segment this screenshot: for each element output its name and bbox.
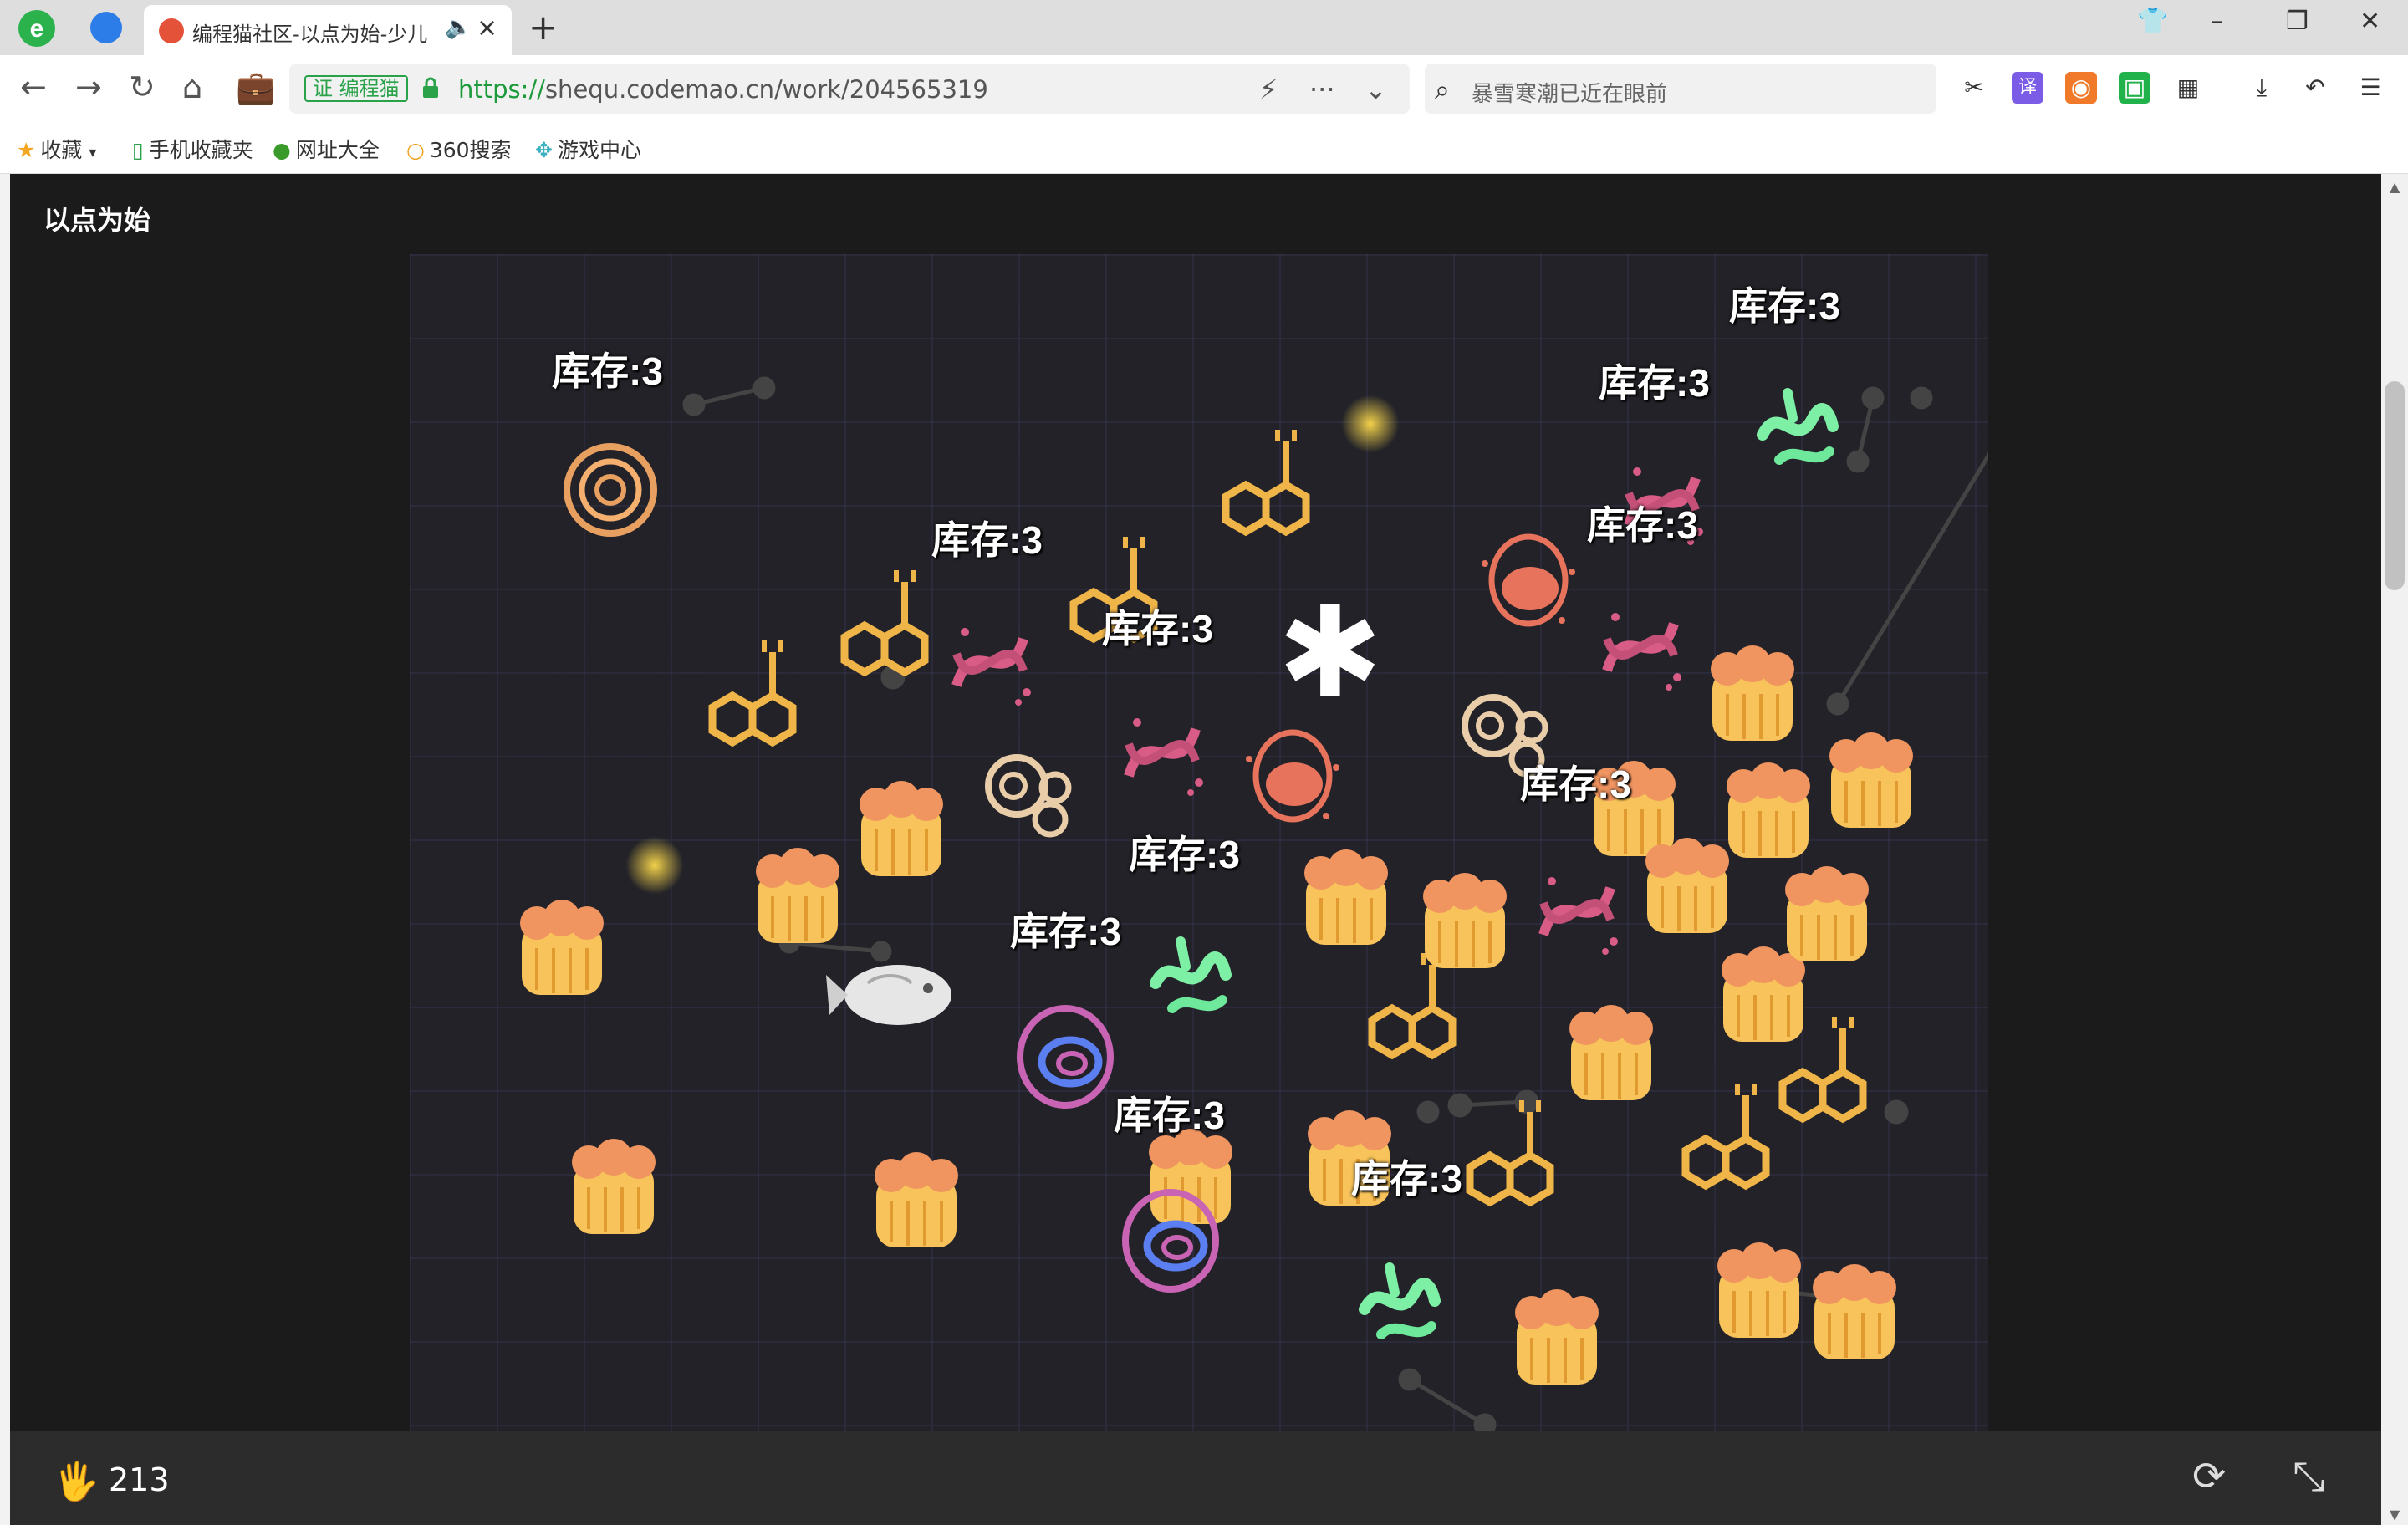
pinned-tab-icon[interactable] bbox=[90, 12, 122, 43]
spiral-seashell[interactable] bbox=[564, 443, 657, 537]
close-window-icon[interactable]: ✕ bbox=[2360, 7, 2380, 36]
search-icon: ⌕ bbox=[1435, 74, 1450, 105]
menu-icon[interactable]: ☰ bbox=[2354, 72, 2386, 104]
tab-title: 编程猫社区-以点为始-少儿 bbox=[192, 23, 428, 46]
browser-logo-icon[interactable]: e bbox=[15, 7, 59, 50]
briefcase-icon[interactable]: 💼 bbox=[236, 69, 275, 106]
navigation-bar: ← → ↻ ⌂ 💼 证 编程猫 https://shequ.codemao.cn… bbox=[0, 55, 2408, 122]
minimize-icon[interactable]: – bbox=[2211, 7, 2223, 36]
chevron-down-icon[interactable]: ⌄ bbox=[1365, 74, 1387, 105]
cell-cluster[interactable] bbox=[518, 644, 1915, 1386]
scrollbar[interactable]: ▲ ▼ bbox=[2381, 174, 2408, 1525]
game-stage[interactable]: ✱ 库存:3 库存:3 库存:3 库存:3 库存:3 库存:3 库存:3 库存:… bbox=[410, 254, 1988, 1433]
stock-label: 库存:3 bbox=[1520, 762, 1631, 806]
work-player: 以点为始 ✱ 库存:3 库存:3 库存:3 库存:3 库存:3 库存:3 库存:… bbox=[10, 174, 2381, 1525]
stock-label: 库存:3 bbox=[1129, 833, 1240, 876]
active-tab[interactable]: 编程猫社区-以点为始-少儿 🔈 × bbox=[144, 5, 512, 55]
stock-label: 库存:3 bbox=[1587, 503, 1698, 547]
stock-label: 库存:3 bbox=[1599, 361, 1710, 405]
scroll-up-icon[interactable]: ▲ bbox=[2390, 179, 2400, 195]
svg-text:e: e bbox=[30, 15, 44, 43]
bookmarks-bar: ★ 收藏 ▾ ▯ 手机收藏夹 ● 网址大全 ○ 360搜索 ✥ 游戏中心 bbox=[0, 122, 2408, 174]
globe-icon: ● bbox=[273, 138, 291, 162]
exit-fullscreen-icon[interactable]: ⤡ bbox=[2293, 1453, 2324, 1501]
work-title: 以点为始 bbox=[43, 204, 151, 236]
player-footer: 🖐 213 ⟳ ⤡ bbox=[10, 1431, 2381, 1525]
bookmark-hao[interactable]: ● 网址大全 bbox=[273, 134, 380, 164]
peptide-sprite[interactable] bbox=[988, 697, 1545, 834]
stock-label: 库存:3 bbox=[1729, 284, 1840, 328]
search-box[interactable]: ⌕ 暴雪寒潮已近在眼前 bbox=[1425, 64, 1936, 114]
translate-icon[interactable]: 译 bbox=[2012, 72, 2043, 104]
forward-icon[interactable]: → bbox=[75, 69, 102, 105]
home-icon[interactable]: ⌂ bbox=[182, 69, 202, 105]
speaker-icon[interactable]: 🔈 bbox=[445, 15, 472, 40]
more-icon[interactable]: ··· bbox=[1309, 74, 1335, 105]
star-icon: ★ bbox=[17, 138, 36, 162]
url-text[interactable]: https://shequ.codemao.cn/work/204565319 bbox=[458, 75, 988, 104]
apps-grid-icon[interactable]: ▦ bbox=[2172, 72, 2204, 104]
bookmark-360-search[interactable]: ○ 360搜索 bbox=[406, 134, 512, 164]
search-placeholder: 暴雪寒潮已近在眼前 bbox=[1472, 82, 1668, 107]
certificate-badge[interactable]: 证 编程猫 bbox=[304, 75, 408, 102]
tab-bar: e 编程猫社区-以点为始-少儿 🔈 × + 👕 – ❐ ✕ bbox=[0, 0, 2408, 55]
bacteria-sprite[interactable] bbox=[1156, 393, 1833, 1334]
scroll-down-icon[interactable]: ▼ bbox=[2390, 1507, 2400, 1522]
left-edge bbox=[0, 174, 10, 1525]
lightning-icon[interactable]: ⚡ bbox=[1259, 74, 1278, 105]
game-icon: ✥ bbox=[535, 138, 553, 162]
game-controller-icon[interactable]: ◉ bbox=[2065, 72, 2097, 104]
address-bar[interactable]: 证 编程猫 https://shequ.codemao.cn/work/2045… bbox=[289, 64, 1410, 114]
chevron-down-icon[interactable]: ▾ bbox=[89, 144, 96, 161]
codemao-favicon-icon bbox=[159, 18, 184, 43]
lock-icon bbox=[423, 77, 438, 98]
bookmark-mobile[interactable]: ▯ 手机收藏夹 bbox=[132, 134, 253, 164]
download-icon[interactable]: ⤓ bbox=[2246, 72, 2278, 104]
hand-icon[interactable]: 🖐 bbox=[54, 1460, 99, 1503]
bookmark-game-center[interactable]: ✥ 游戏中心 bbox=[535, 134, 641, 164]
scissors-icon[interactable]: ✂ bbox=[1958, 72, 1990, 104]
stock-label: 库存:3 bbox=[1351, 1157, 1462, 1201]
stock-label: 库存:3 bbox=[1010, 910, 1121, 953]
view-count: 213 bbox=[109, 1461, 170, 1498]
scroll-thumb[interactable] bbox=[2385, 381, 2405, 590]
restore-icon[interactable]: ❐ bbox=[2286, 7, 2309, 36]
bookmark-favorites[interactable]: ★ 收藏 ▾ bbox=[17, 134, 96, 164]
stock-label: 库存:3 bbox=[552, 349, 663, 393]
back-icon[interactable]: ← bbox=[20, 69, 47, 105]
stock-label: 库存:3 bbox=[1114, 1094, 1225, 1137]
search-360-icon: ○ bbox=[406, 138, 425, 162]
restart-icon[interactable]: ⟳ bbox=[2192, 1453, 2226, 1500]
reader-icon[interactable]: ▣ bbox=[2119, 72, 2150, 104]
fish-sprite[interactable] bbox=[826, 965, 951, 1025]
reload-icon[interactable]: ↻ bbox=[129, 69, 156, 105]
stock-label: 库存:3 bbox=[931, 518, 1043, 562]
undo-icon[interactable]: ↶ bbox=[2299, 72, 2331, 104]
new-tab-icon[interactable]: + bbox=[528, 7, 558, 48]
phone-icon: ▯ bbox=[132, 138, 144, 162]
tab-close-icon[interactable]: × bbox=[477, 13, 497, 43]
shirt-skin-icon[interactable]: 👕 bbox=[2137, 7, 2168, 36]
stock-label: 库存:3 bbox=[1102, 607, 1213, 650]
